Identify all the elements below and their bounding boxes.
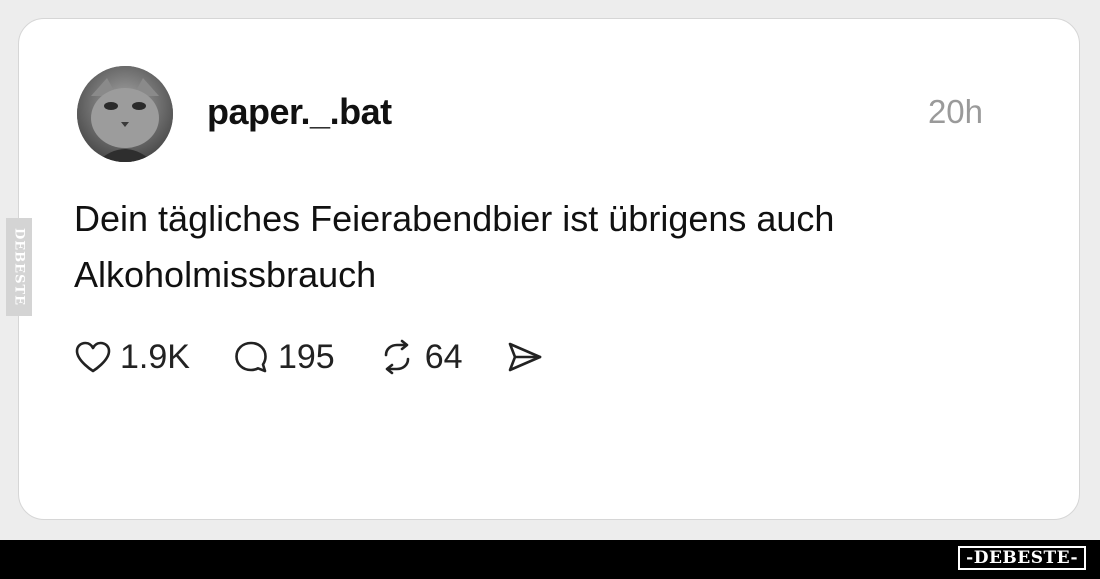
post-card: paper._.bat 20h Dein tägliches Feieraben… [18, 18, 1080, 520]
comment-button[interactable]: 195 [232, 338, 335, 377]
send-icon [505, 340, 545, 374]
heart-icon [74, 340, 112, 374]
comment-count: 195 [277, 337, 335, 376]
timestamp: 20h [927, 93, 983, 130]
speech-bubble-icon [232, 339, 270, 375]
repost-arrows-icon [377, 339, 417, 375]
watermark-logo: -DEBESTE- [958, 546, 1086, 570]
post-text: Dein tägliches Feierabendbier ist übrige… [74, 198, 835, 295]
share-button[interactable] [505, 340, 553, 374]
username[interactable]: paper._.bat [207, 91, 392, 133]
repost-count: 64 [424, 337, 463, 376]
like-count: 1.9K [120, 337, 190, 376]
bottom-bar: -DEBESTE- [0, 540, 1100, 579]
avatar[interactable] [77, 66, 173, 162]
like-button[interactable]: 1.9K [74, 338, 190, 377]
side-watermark-text: DEBESTE [11, 227, 27, 307]
action-bar: 1.9K 195 64 [74, 337, 553, 377]
side-watermark: DEBESTE [6, 218, 32, 316]
repost-button[interactable]: 64 [377, 338, 463, 377]
